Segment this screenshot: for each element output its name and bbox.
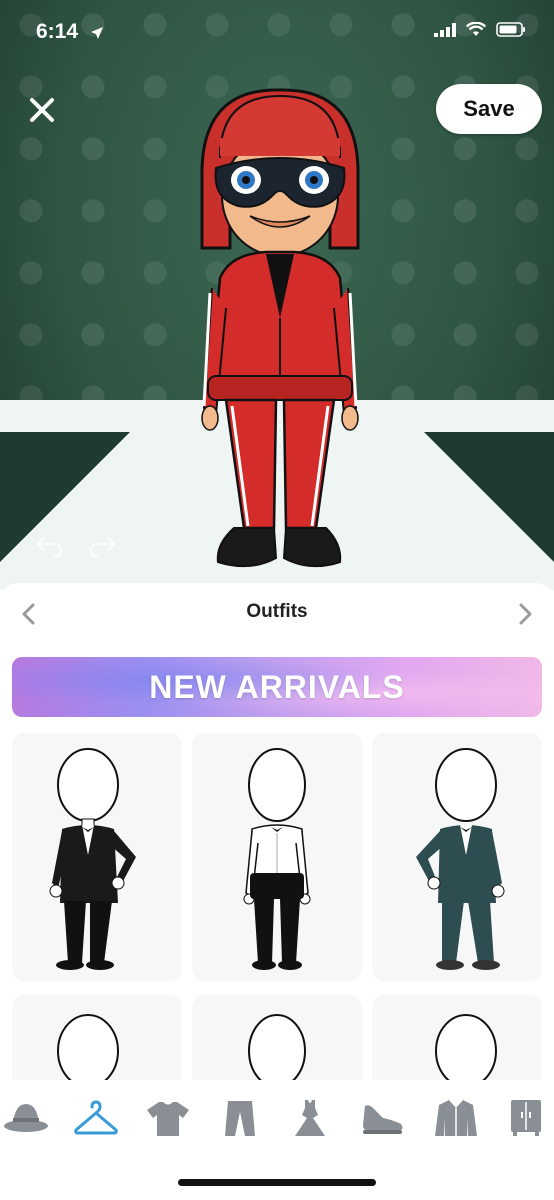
panel-title: Outfits — [246, 601, 308, 622]
outfit-thumbnail — [49, 748, 136, 970]
panel-header: Outfits — [0, 583, 554, 643]
tshirt-icon — [147, 1102, 189, 1136]
outfit-thumbnail — [243, 748, 311, 970]
hat-icon — [4, 1104, 48, 1132]
outfit-card-teal-tuxedo[interactable] — [372, 733, 542, 981]
tab-bottoms[interactable] — [214, 1092, 266, 1144]
home-indicator — [178, 1179, 376, 1186]
outfit-card-white-shirt[interactable] — [192, 733, 362, 981]
new-arrivals-banner: NEW ARRIVALS — [12, 657, 542, 717]
cellular-signal-icon — [434, 22, 456, 37]
hanger-icon — [74, 1100, 118, 1135]
outfit-card-black-tuxedo[interactable] — [12, 733, 182, 981]
redo-icon — [89, 536, 116, 559]
tab-hats[interactable] — [0, 1092, 52, 1144]
status-bar: 6:14 — [0, 0, 554, 66]
outfit-card[interactable] — [372, 995, 542, 1080]
wardrobe-icon — [511, 1100, 541, 1136]
tab-shoes[interactable] — [356, 1092, 408, 1144]
tab-outerwear[interactable] — [430, 1092, 482, 1144]
shoe-icon — [363, 1105, 403, 1134]
banner-text: NEW ARRIVALS — [149, 669, 405, 705]
battery-icon — [496, 22, 525, 37]
status-time: 6:14 — [36, 20, 79, 43]
outfit-card[interactable] — [192, 995, 362, 1080]
outfit-thumbnail — [416, 748, 505, 970]
outfit-thumbnail — [57, 1014, 119, 1080]
status-icons — [434, 22, 526, 37]
pants-icon — [225, 1101, 255, 1136]
outfit-thumbnail — [435, 1014, 497, 1080]
tab-outfits[interactable] — [70, 1092, 122, 1144]
jacket-icon — [435, 1100, 477, 1136]
close-icon — [30, 98, 54, 122]
outfit-card[interactable] — [12, 995, 182, 1080]
outfit-thumbnail — [248, 1014, 306, 1080]
wifi-icon — [466, 22, 486, 36]
runway-side-right — [424, 432, 554, 562]
tab-wardrobe[interactable] — [500, 1092, 552, 1144]
tab-tops[interactable] — [142, 1092, 194, 1144]
location-arrow-icon — [91, 27, 103, 39]
avatar-preview — [200, 88, 360, 568]
close-button[interactable] — [26, 94, 58, 126]
next-category-button[interactable] — [510, 599, 540, 629]
tab-dresses[interactable] — [284, 1092, 336, 1144]
redo-button[interactable] — [87, 530, 117, 560]
outfit-grid — [12, 733, 542, 1080]
undo-button[interactable] — [35, 530, 65, 560]
save-button[interactable]: Save — [436, 84, 542, 134]
dress-icon — [295, 1100, 325, 1136]
undo-icon — [36, 536, 63, 559]
chevron-right-icon — [519, 603, 532, 625]
